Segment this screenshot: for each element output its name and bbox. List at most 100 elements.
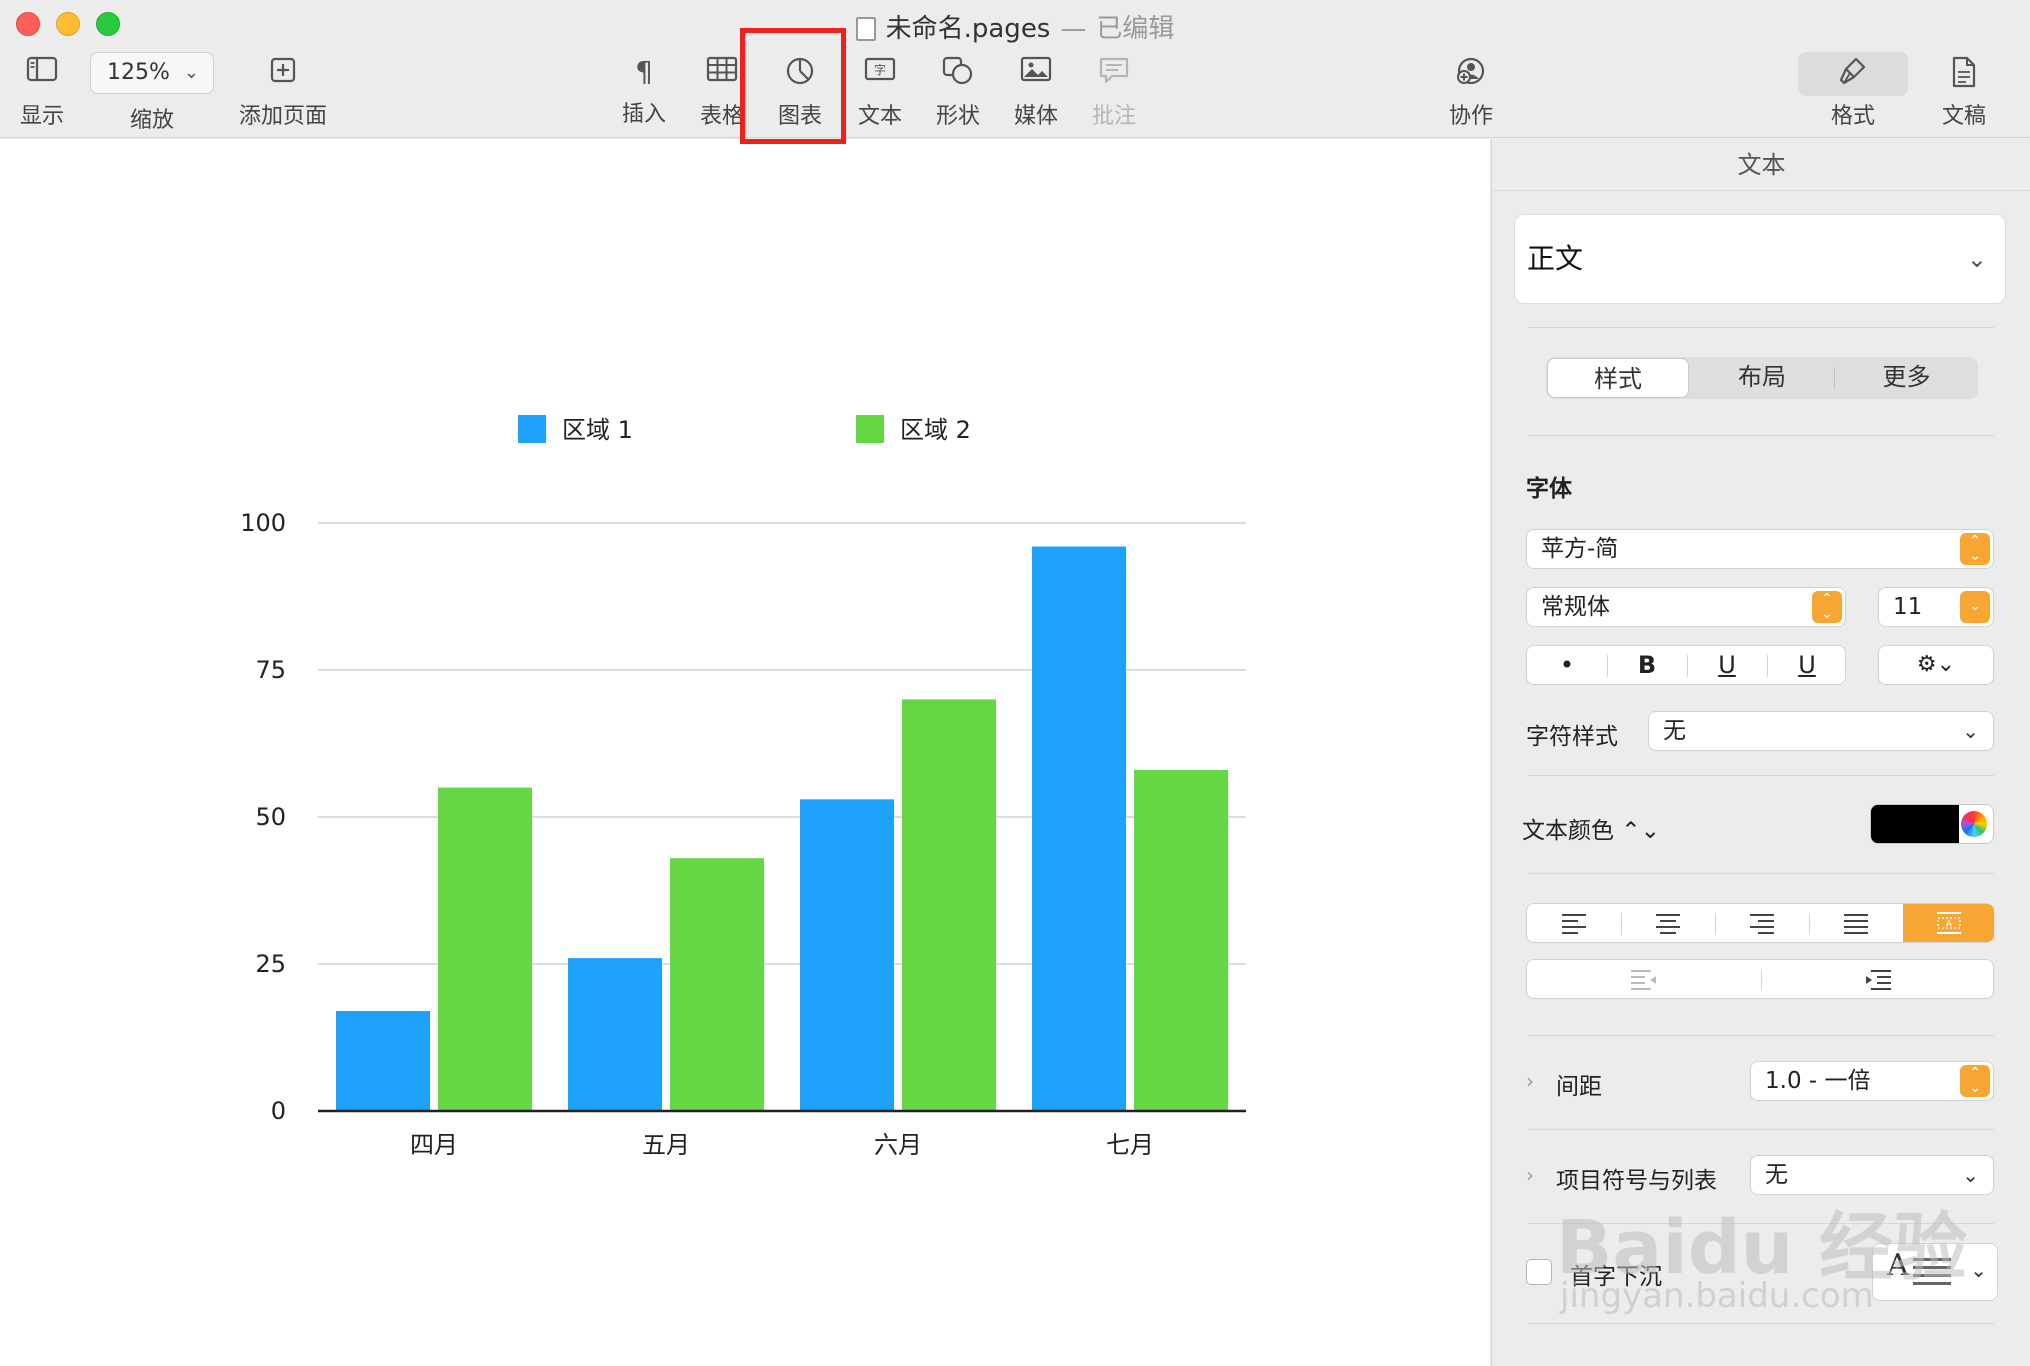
tab-more[interactable]: 更多 [1835,357,1978,399]
document-canvas[interactable]: 0 25 50 75 100 四月 五月 六月 七月 区域 1 区域 2 [0,139,1490,1366]
alignment-buttons: A [1526,903,1994,943]
increase-indent-icon [1866,970,1891,990]
italic-button[interactable]: U [1687,646,1767,684]
justify-button[interactable] [1809,904,1903,942]
edited-status: 已编辑 [1096,14,1175,44]
x-tick-label: 七月 [1106,1131,1154,1159]
dropcap-checkbox[interactable] [1526,1259,1552,1285]
table-button[interactable]: 表格 [698,54,746,130]
font-size-value: 11 [1893,594,1923,620]
auto-align-icon: A [1936,912,1961,934]
decrease-indent-button[interactable] [1527,960,1761,998]
dropcap-style-select[interactable]: A ⌄ [1872,1243,1998,1301]
font-weight-select[interactable]: 常规体 ⌃ ⌄ [1526,587,1846,627]
font-size-field[interactable]: 11 ⌄ [1878,587,1994,627]
up-down-arrows-icon: ⌃ ⌄ [1960,533,1990,565]
bar-2 [902,699,996,1111]
paragraph-icon: ¶ [635,55,653,88]
comment-label: 批注 [1091,104,1136,129]
title-separator: — [1060,14,1087,44]
legend-swatch [518,415,546,443]
align-left-button[interactable] [1527,904,1621,942]
svg-text:字: 字 [874,62,886,77]
spacing-select[interactable]: 1.0 - 一倍 ⌃ ⌄ [1750,1061,1994,1101]
text-color-well[interactable] [1870,804,1994,844]
font-family-select[interactable]: 苹方-简 ⌃ ⌄ [1526,529,1994,569]
char-style-select[interactable]: 无 ⌄ [1648,711,1994,751]
format-label: 格式 [1830,104,1875,129]
table-label: 表格 [699,104,744,129]
divider [1528,1323,1994,1324]
paragraph-style-select[interactable]: 正文 ⌄ [1514,214,2006,304]
media-button[interactable]: 媒体 [1012,54,1060,130]
chevron-right-icon[interactable]: › [1526,1069,1534,1093]
view-button[interactable]: 显示 [18,54,66,130]
add-page-button[interactable]: 添加页面 [236,54,330,130]
paintbrush-icon [1829,56,1877,92]
zoom-value: 125% [107,60,170,85]
dropcap-lines-icon [1913,1258,1951,1290]
char-style-label: 字符样式 [1526,724,1618,750]
chart-button[interactable]: 图表 [776,54,824,130]
bar-2 [670,858,764,1111]
bullets-select[interactable]: 无 ⌄ [1750,1155,1994,1195]
chevron-right-icon[interactable]: › [1526,1163,1534,1187]
gear-icon: ⚙⌄ [1916,652,1956,677]
tab-layout[interactable]: 布局 [1690,357,1834,399]
zoom-select[interactable]: 125% ⌄ [90,52,214,94]
auto-align-button[interactable]: A [1903,904,1994,942]
divider [1528,1223,1994,1224]
align-center-button[interactable] [1621,904,1715,942]
color-wheel-icon[interactable] [1961,811,1987,837]
x-tick-label: 四月 [410,1131,458,1159]
x-tick-label: 六月 [874,1131,922,1159]
align-right-button[interactable] [1715,904,1809,942]
text-style-buttons: • B U U [1526,645,1846,685]
underline-button[interactable]: U [1767,646,1847,684]
text-color-swatch [1871,805,1959,843]
chart-label: 图表 [777,104,822,129]
format-sidebar: 文本 正文 ⌄ 样式 布局 更多 字体 苹方-简 ⌃ ⌄ 常规体 ⌃ ⌄ 11 ⌄ … [1491,139,2030,1366]
insert-label: 插入 [621,102,666,127]
up-down-arrows-icon: ⌃ ⌄ [1960,1065,1990,1097]
divider [1528,435,1994,436]
text-tabs: 样式 布局 更多 [1546,357,1978,399]
shape-button[interactable]: 形状 [934,54,982,130]
media-label: 媒体 [1013,104,1058,129]
chevron-down-icon: ⌄ [1960,591,1990,623]
advanced-options-button[interactable]: ⚙⌄ [1878,645,1994,685]
justify-icon [1844,914,1868,934]
bar-chart[interactable]: 0 25 50 75 100 四月 五月 六月 七月 区域 1 区域 2 [0,139,1490,1366]
align-left-icon [1562,914,1586,934]
align-center-icon [1656,914,1680,934]
bullets-label[interactable]: 项目符号与列表 [1556,1161,1717,1195]
comment-icon [1090,56,1138,92]
format-button[interactable]: 格式 [1829,54,1877,130]
collaborate-button[interactable]: 协作 [1446,54,1496,130]
x-tick-label: 五月 [642,1131,690,1159]
y-tick-label: 100 [240,509,286,537]
bullet-style-button[interactable]: • [1527,646,1607,684]
indent-buttons [1526,959,1994,999]
text-color-label[interactable]: 文本颜色 ⌃⌄ [1522,811,1660,845]
divider [1528,1129,1994,1130]
comment-button[interactable]: 批注 [1090,54,1138,130]
table-icon [698,56,746,92]
shape-icon [934,56,982,92]
spacing-label[interactable]: 间距 [1556,1067,1602,1101]
chevron-down-icon: ⌄ [1966,245,1987,273]
font-section-label: 字体 [1526,476,1572,502]
text-label: 文本 [857,104,902,129]
photo-icon [1012,56,1060,92]
document-button[interactable]: 文稿 [1940,54,1988,130]
insert-button[interactable]: ¶ 插入 [620,54,668,128]
chevron-down-icon: ⌄ [183,62,199,83]
tab-style[interactable]: 样式 [1547,358,1689,398]
bold-button[interactable]: B [1607,646,1687,684]
text-box-button[interactable]: 字 文本 [856,54,904,130]
decrease-indent-icon [1631,970,1656,990]
view-label: 显示 [19,104,64,129]
increase-indent-button[interactable] [1761,960,1995,998]
legend-label: 区域 1 [562,416,633,444]
bar-1 [336,1011,430,1111]
